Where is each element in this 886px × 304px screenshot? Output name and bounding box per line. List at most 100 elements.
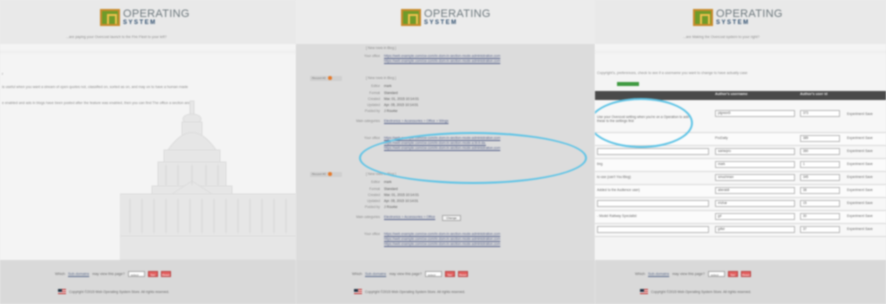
username-input[interactable]: smuchman — [715, 174, 795, 181]
divider — [595, 50, 886, 54]
set-button[interactable]: Set — [727, 271, 738, 277]
title-input[interactable] — [597, 226, 709, 233]
userid-input[interactable]: 389 — [800, 135, 840, 142]
site-header: OPERATING SYSTEM — [296, 0, 595, 44]
userid-input[interactable]: 345 — [800, 174, 840, 181]
updated-value: Apr. 05, 2015 10:14:01 — [384, 199, 419, 203]
record-field: https://web.example.com/cw-com/in-dom-in… — [384, 59, 501, 63]
body-text-line: is useful when you want a stream of open… — [2, 85, 188, 89]
logo-subname: SYSTEM — [424, 19, 458, 26]
editor-value: mark — [384, 180, 392, 184]
subdomain-visibility: Which Sub-domains may view this page? se… — [55, 271, 171, 277]
username-input[interactable]: mark — [715, 161, 795, 168]
username-input[interactable]: jpfiel — [715, 226, 795, 233]
subdomain-select[interactable]: select — [424, 271, 442, 277]
copyright: Copyright ©2015 Web Operating System Sto… — [640, 289, 751, 294]
table-row: rrichar 15 Experiment Save — [595, 198, 886, 211]
record-title: [ New rows in Blog ] — [366, 46, 396, 50]
copyright: Copyright ©2015 Web Operating System Sto… — [58, 289, 169, 294]
col-username[interactable]: Author's username — [715, 92, 748, 96]
row-action[interactable]: Experiment Save — [847, 112, 873, 116]
divider — [0, 50, 296, 54]
created-value: Mar. 01, 2015 10:14:01 — [384, 97, 419, 101]
userid-input[interactable]: 38 — [800, 187, 840, 194]
posted-by-value: J Rourke — [384, 109, 398, 113]
status-dot-icon — [327, 76, 332, 81]
subdomains-link[interactable]: Sub-domains — [68, 272, 89, 276]
save-button[interactable] — [617, 82, 639, 86]
username-input[interactable]: jdgreen5 — [715, 110, 795, 117]
status-dot-icon — [327, 172, 332, 177]
subdomains-link[interactable]: Sub-domains — [365, 272, 386, 276]
format-value: Standard — [384, 187, 398, 191]
logo-mark-icon — [401, 8, 421, 26]
change-category-button[interactable]: Change — [442, 215, 461, 221]
username-input[interactable]: jpf — [715, 213, 795, 220]
site-header: OPERATING SYSTEM ...are paying your Over… — [0, 0, 296, 44]
logo-name: OPERATING — [424, 7, 491, 20]
userid-input[interactable]: 360 — [800, 148, 840, 155]
category-link[interactable]: Electronics > Accessories > Office > Win… — [384, 119, 448, 123]
logo-name: OPERATING — [123, 7, 190, 20]
row-action[interactable]: Experiment Save — [847, 227, 873, 231]
reset-button[interactable]: Reset — [740, 271, 751, 277]
header-tagline: ...are paying your Overcost launch to th… — [66, 35, 167, 39]
logo-subname: SYSTEM — [716, 19, 750, 26]
userid-input[interactable]: 373 — [800, 110, 840, 117]
format-value: Standard — [384, 91, 398, 95]
logo-name: OPERATING — [716, 7, 783, 20]
us-flag-icon — [640, 289, 648, 294]
row-action[interactable]: Experiment Save — [847, 162, 873, 166]
userid-input[interactable]: 37 — [800, 226, 840, 233]
category-link[interactable]: Electronics > Accessories > Office — [384, 215, 435, 221]
office-link[interactable]: https://web.example.com/cw-com/in-dom-in… — [384, 242, 500, 246]
username-value: ProDaily — [715, 136, 728, 140]
username-input[interactable]: samwpro — [715, 148, 795, 155]
row-action[interactable]: Experiment Save — [847, 136, 873, 140]
subdomain-select[interactable]: select — [707, 271, 725, 277]
table-row: to use (can't You Blog) smuchman 345 Exp… — [595, 172, 886, 185]
composite-screenshot: OPERATING SYSTEM ...are paying your Over… — [0, 0, 886, 304]
us-flag-icon — [354, 289, 362, 294]
username-input[interactable]: aberaldi — [715, 187, 795, 194]
reset-button[interactable]: Reset — [160, 271, 171, 277]
row-action[interactable]: Experiment Save — [847, 149, 873, 153]
row-action[interactable]: Experiment Save — [847, 188, 873, 192]
intro-text: Copyright's, preferences, check to see i… — [597, 71, 748, 75]
panel-left: OPERATING SYSTEM ...are paying your Over… — [0, 0, 296, 304]
table-row: - Model Railway Specialist jpf 30 Experi… — [595, 211, 886, 224]
username-input[interactable]: rrichar — [715, 200, 795, 207]
site-logo[interactable]: OPERATING SYSTEM — [693, 8, 783, 26]
set-button[interactable]: Set — [444, 271, 455, 277]
subdomain-select[interactable]: select — [127, 271, 145, 277]
panel-right: OPERATING SYSTEM ...are Making the Overc… — [595, 0, 886, 304]
title-input[interactable] — [597, 200, 709, 207]
copyright: Copyright ©2015 Web Operating System Sto… — [354, 289, 465, 294]
col-userid[interactable]: Author's user id — [800, 92, 827, 96]
office-link[interactable]: https://web.example.com/cw-com/in-dom-in… — [384, 237, 500, 241]
us-flag-icon — [58, 289, 66, 294]
row-action[interactable]: Experiment Save — [847, 214, 873, 218]
site-logo[interactable]: OPERATING SYSTEM — [100, 8, 190, 26]
userid-input[interactable]: 15 — [800, 200, 840, 207]
site-logo[interactable]: OPERATING SYSTEM — [401, 8, 491, 26]
row-action[interactable]: Experiment Save — [847, 175, 873, 179]
created-value: Mar. 01, 2015 10:14:01 — [384, 193, 419, 197]
logo-subname: SYSTEM — [123, 19, 157, 26]
userid-input[interactable]: 30 — [800, 213, 840, 220]
body-text-heading: r — [2, 72, 4, 76]
panel-middle: OPERATING SYSTEM [ New rows in Blog ] Yo… — [296, 0, 595, 304]
header-tagline: ...are Making the Overcost system to you… — [683, 35, 760, 39]
subdomains-link[interactable]: Sub-domains — [648, 272, 669, 276]
table-row: jpfiel 37 Experiment Save — [595, 224, 886, 237]
site-footer: Which Sub-domains may view this page? se… — [0, 260, 296, 304]
userid-input[interactable]: 1 — [800, 161, 840, 168]
title-input[interactable] — [597, 148, 709, 155]
reset-button[interactable]: Reset — [457, 271, 468, 277]
set-button[interactable]: Set — [147, 271, 158, 277]
posted-by-value: J Rourke — [384, 205, 398, 209]
row-action[interactable]: Experiment Save — [847, 201, 873, 205]
updated-value: Apr. 05, 2015 10:14:01 — [384, 103, 419, 107]
office-link[interactable]: https://web.example.com/cw-com/in-dom-in… — [384, 232, 500, 236]
logo-mark-icon — [693, 8, 713, 26]
